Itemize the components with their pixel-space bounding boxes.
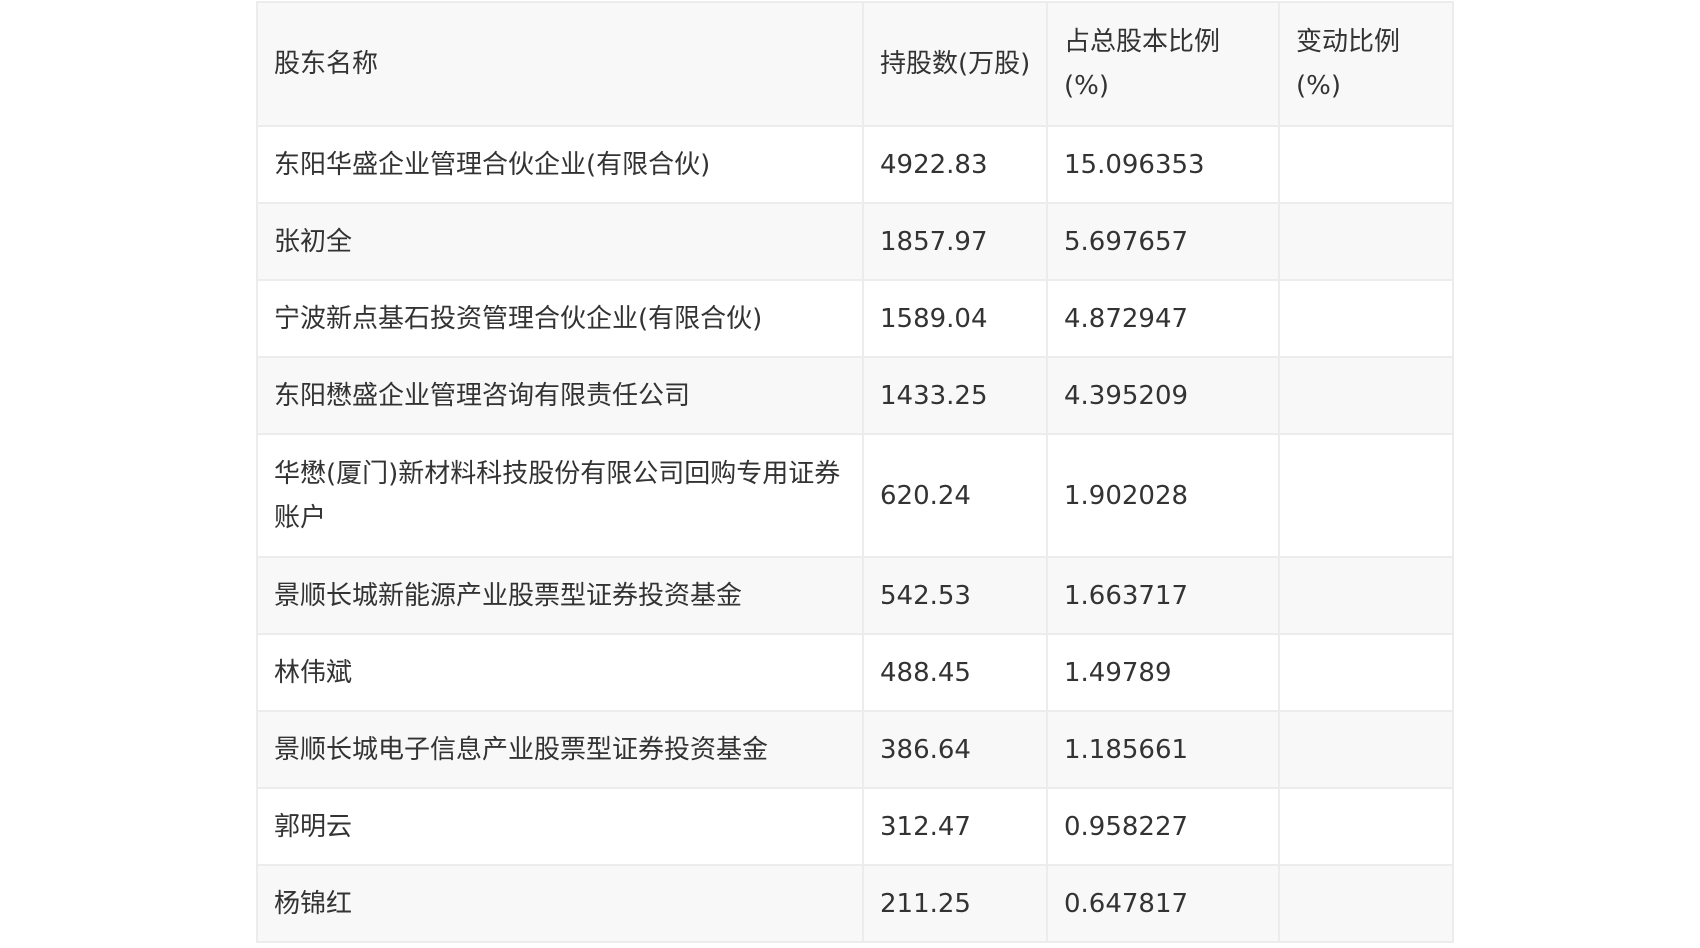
holder-shares: 312.47 — [862, 787, 1048, 866]
holder-shares: 386.64 — [862, 710, 1048, 789]
holder-change — [1278, 202, 1454, 281]
holder-change — [1278, 279, 1454, 358]
holder-ratio: 5.697657 — [1046, 202, 1280, 281]
table-row: 杨锦红 211.25 0.647817 — [256, 864, 1454, 943]
holder-change — [1278, 787, 1454, 866]
holder-ratio: 1.185661 — [1046, 710, 1280, 789]
holder-shares: 1857.97 — [862, 202, 1048, 281]
holder-change — [1278, 356, 1454, 435]
holder-ratio: 0.958227 — [1046, 787, 1280, 866]
holder-shares: 1433.25 — [862, 356, 1048, 435]
table-row: 景顺长城新能源产业股票型证券投资基金 542.53 1.663717 — [256, 556, 1454, 635]
holder-name: 郭明云 — [256, 787, 864, 866]
holder-change — [1278, 633, 1454, 712]
shareholders-table: 股东名称 持股数(万股) 占总股本比例(%) 变动比例(%) 东阳华盛企业管理合… — [256, 1, 1454, 943]
header-change: 变动比例(%) — [1278, 1, 1454, 127]
holder-name: 华懋(厦门)新材料科技股份有限公司回购专用证券账户 — [256, 433, 864, 558]
holder-shares: 542.53 — [862, 556, 1048, 635]
holder-name: 景顺长城新能源产业股票型证券投资基金 — [256, 556, 864, 635]
table-row: 张初全 1857.97 5.697657 — [256, 202, 1454, 281]
holder-ratio: 1.663717 — [1046, 556, 1280, 635]
holder-ratio: 0.647817 — [1046, 864, 1280, 943]
holder-shares: 211.25 — [862, 864, 1048, 943]
table-row: 华懋(厦门)新材料科技股份有限公司回购专用证券账户 620.24 1.90202… — [256, 433, 1454, 558]
holder-ratio: 4.395209 — [1046, 356, 1280, 435]
holder-shares: 620.24 — [862, 433, 1048, 558]
table-row: 郭明云 312.47 0.958227 — [256, 787, 1454, 866]
holder-name: 景顺长城电子信息产业股票型证券投资基金 — [256, 710, 864, 789]
holder-change — [1278, 125, 1454, 204]
table-header-row: 股东名称 持股数(万股) 占总股本比例(%) 变动比例(%) — [256, 1, 1454, 127]
holder-change — [1278, 710, 1454, 789]
header-ratio: 占总股本比例(%) — [1046, 1, 1280, 127]
header-holder-name: 股东名称 — [256, 1, 864, 127]
holder-ratio: 1.49789 — [1046, 633, 1280, 712]
holder-name: 林伟斌 — [256, 633, 864, 712]
holder-change — [1278, 433, 1454, 558]
holder-change — [1278, 556, 1454, 635]
holder-name: 宁波新点基石投资管理合伙企业(有限合伙) — [256, 279, 864, 358]
holder-shares: 4922.83 — [862, 125, 1048, 204]
holder-name: 张初全 — [256, 202, 864, 281]
holder-ratio: 15.096353 — [1046, 125, 1280, 204]
table-row: 宁波新点基石投资管理合伙企业(有限合伙) 1589.04 4.872947 — [256, 279, 1454, 358]
holder-change — [1278, 864, 1454, 943]
holder-ratio: 1.902028 — [1046, 433, 1280, 558]
table-row: 林伟斌 488.45 1.49789 — [256, 633, 1454, 712]
holder-name: 东阳懋盛企业管理咨询有限责任公司 — [256, 356, 864, 435]
holder-name: 杨锦红 — [256, 864, 864, 943]
header-shares: 持股数(万股) — [862, 1, 1048, 127]
holder-name: 东阳华盛企业管理合伙企业(有限合伙) — [256, 125, 864, 204]
holder-shares: 1589.04 — [862, 279, 1048, 358]
table-row: 东阳懋盛企业管理咨询有限责任公司 1433.25 4.395209 — [256, 356, 1454, 435]
table-row: 东阳华盛企业管理合伙企业(有限合伙) 4922.83 15.096353 — [256, 125, 1454, 204]
holder-shares: 488.45 — [862, 633, 1048, 712]
table-row: 景顺长城电子信息产业股票型证券投资基金 386.64 1.185661 — [256, 710, 1454, 789]
holder-ratio: 4.872947 — [1046, 279, 1280, 358]
